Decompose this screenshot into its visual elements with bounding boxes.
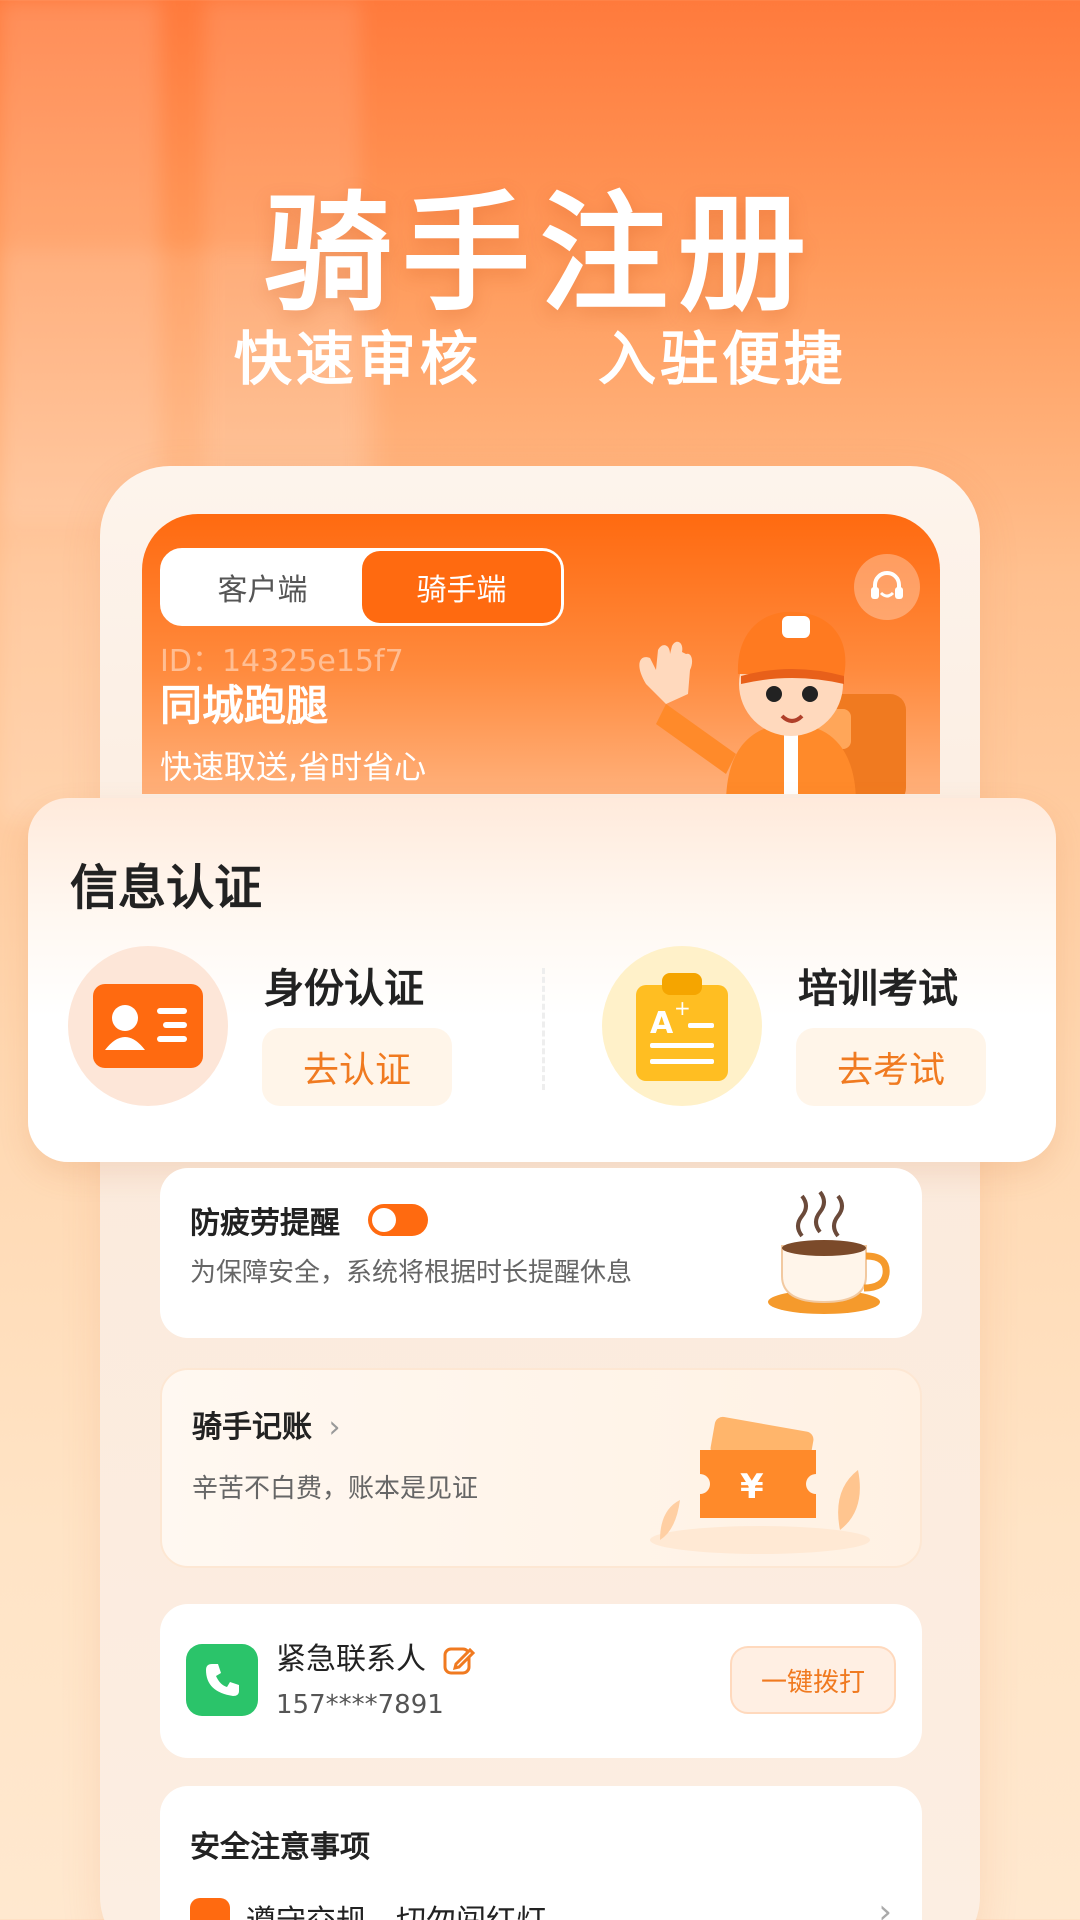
emergency-contact-title-text: 紧急联系人: [276, 1642, 426, 1677]
training-exam-block: A + 培训考试 去考试: [562, 946, 1022, 1126]
rider-ledger-title-text: 骑手记账: [192, 1410, 312, 1445]
phone-icon-box: [186, 1644, 258, 1716]
rider-ledger-card[interactable]: 骑手记账 › 辛苦不白费，账本是见证 ¥: [160, 1368, 922, 1568]
chevron-right-icon: ›: [328, 1410, 341, 1445]
wallet-ticket-icon: ¥: [650, 1416, 870, 1554]
svg-text:¥: ¥: [740, 1467, 764, 1507]
emergency-contact-title: 紧急联系人: [276, 1634, 476, 1678]
info-verification-card: 信息认证 身份认证 去认证 A + 培训考试 去考试: [28, 798, 1056, 1162]
fatigue-reminder-desc: 为保障安全，系统将根据时长提醒休息: [190, 1258, 633, 1288]
top-banner: 客户端 骑手端 ID：14325e15f7 同城跑腿 快速取送,省时省心: [142, 514, 940, 794]
role-segmented-control: 客户端 骑手端: [160, 548, 564, 626]
clipboard-exam-icon: A +: [636, 973, 728, 1081]
safety-notes-card: 安全注意事项 遵守交规，切勿闯红灯 ›: [160, 1786, 922, 1920]
emergency-contact-card: 紧急联系人 157****7891 一键拨打: [160, 1604, 922, 1758]
identity-verification-block: 身份认证 去认证: [28, 946, 488, 1126]
safety-notes-title: 安全注意事项: [190, 1830, 370, 1865]
location-pin-icon: [190, 1898, 230, 1920]
banner-subtitle: 快速取送,省时省心: [160, 748, 427, 786]
phone-icon: [206, 1664, 239, 1696]
hero-title: 骑手注册: [263, 180, 816, 329]
info-verification-title: 信息认证: [70, 860, 263, 916]
safety-item-1[interactable]: 遵守交规，切勿闯红灯: [246, 1896, 546, 1920]
go-exam-button[interactable]: 去考试: [796, 1028, 986, 1106]
fatigue-reminder-toggle[interactable]: [368, 1204, 428, 1236]
chevron-right-icon: ›: [878, 1892, 892, 1920]
section-divider: [542, 968, 545, 1090]
tab-customer[interactable]: 客户端: [163, 551, 362, 623]
coffee-cup-icon: [768, 1190, 890, 1314]
fatigue-reminder-card: 防疲劳提醒 为保障安全，系统将根据时长提醒休息: [160, 1168, 922, 1338]
edit-icon[interactable]: [442, 1644, 476, 1678]
exam-icon-circle: A +: [602, 946, 762, 1106]
hero-subtitle-left: 快速审核: [233, 325, 482, 393]
svg-text:A: A: [650, 1006, 674, 1041]
tab-rider[interactable]: 骑手端: [362, 551, 561, 623]
hero-subtitle-right: 入驻便捷: [598, 325, 847, 393]
fatigue-reminder-title: 防疲劳提醒: [190, 1206, 340, 1241]
identity-verification-label: 身份认证: [264, 966, 424, 1012]
banner-title: 同城跑腿: [160, 681, 329, 730]
one-tap-call-button[interactable]: 一键拨打: [730, 1646, 896, 1714]
rider-ledger-title: 骑手记账 ›: [192, 1402, 340, 1446]
id-card-icon: [93, 984, 203, 1068]
go-verify-button[interactable]: 去认证: [262, 1028, 452, 1106]
rider-ledger-desc: 辛苦不白费，账本是见证: [192, 1474, 479, 1504]
customer-service-button[interactable]: [854, 554, 920, 620]
headset-icon: [871, 571, 903, 599]
emergency-contact-phone: 157****7891: [276, 1690, 444, 1720]
training-exam-label: 培训考试: [798, 966, 958, 1012]
hero-subtitle: 快速审核 入驻便捷: [0, 312, 1080, 396]
identity-icon-circle: [68, 946, 228, 1106]
svg-text:+: +: [674, 996, 691, 1020]
